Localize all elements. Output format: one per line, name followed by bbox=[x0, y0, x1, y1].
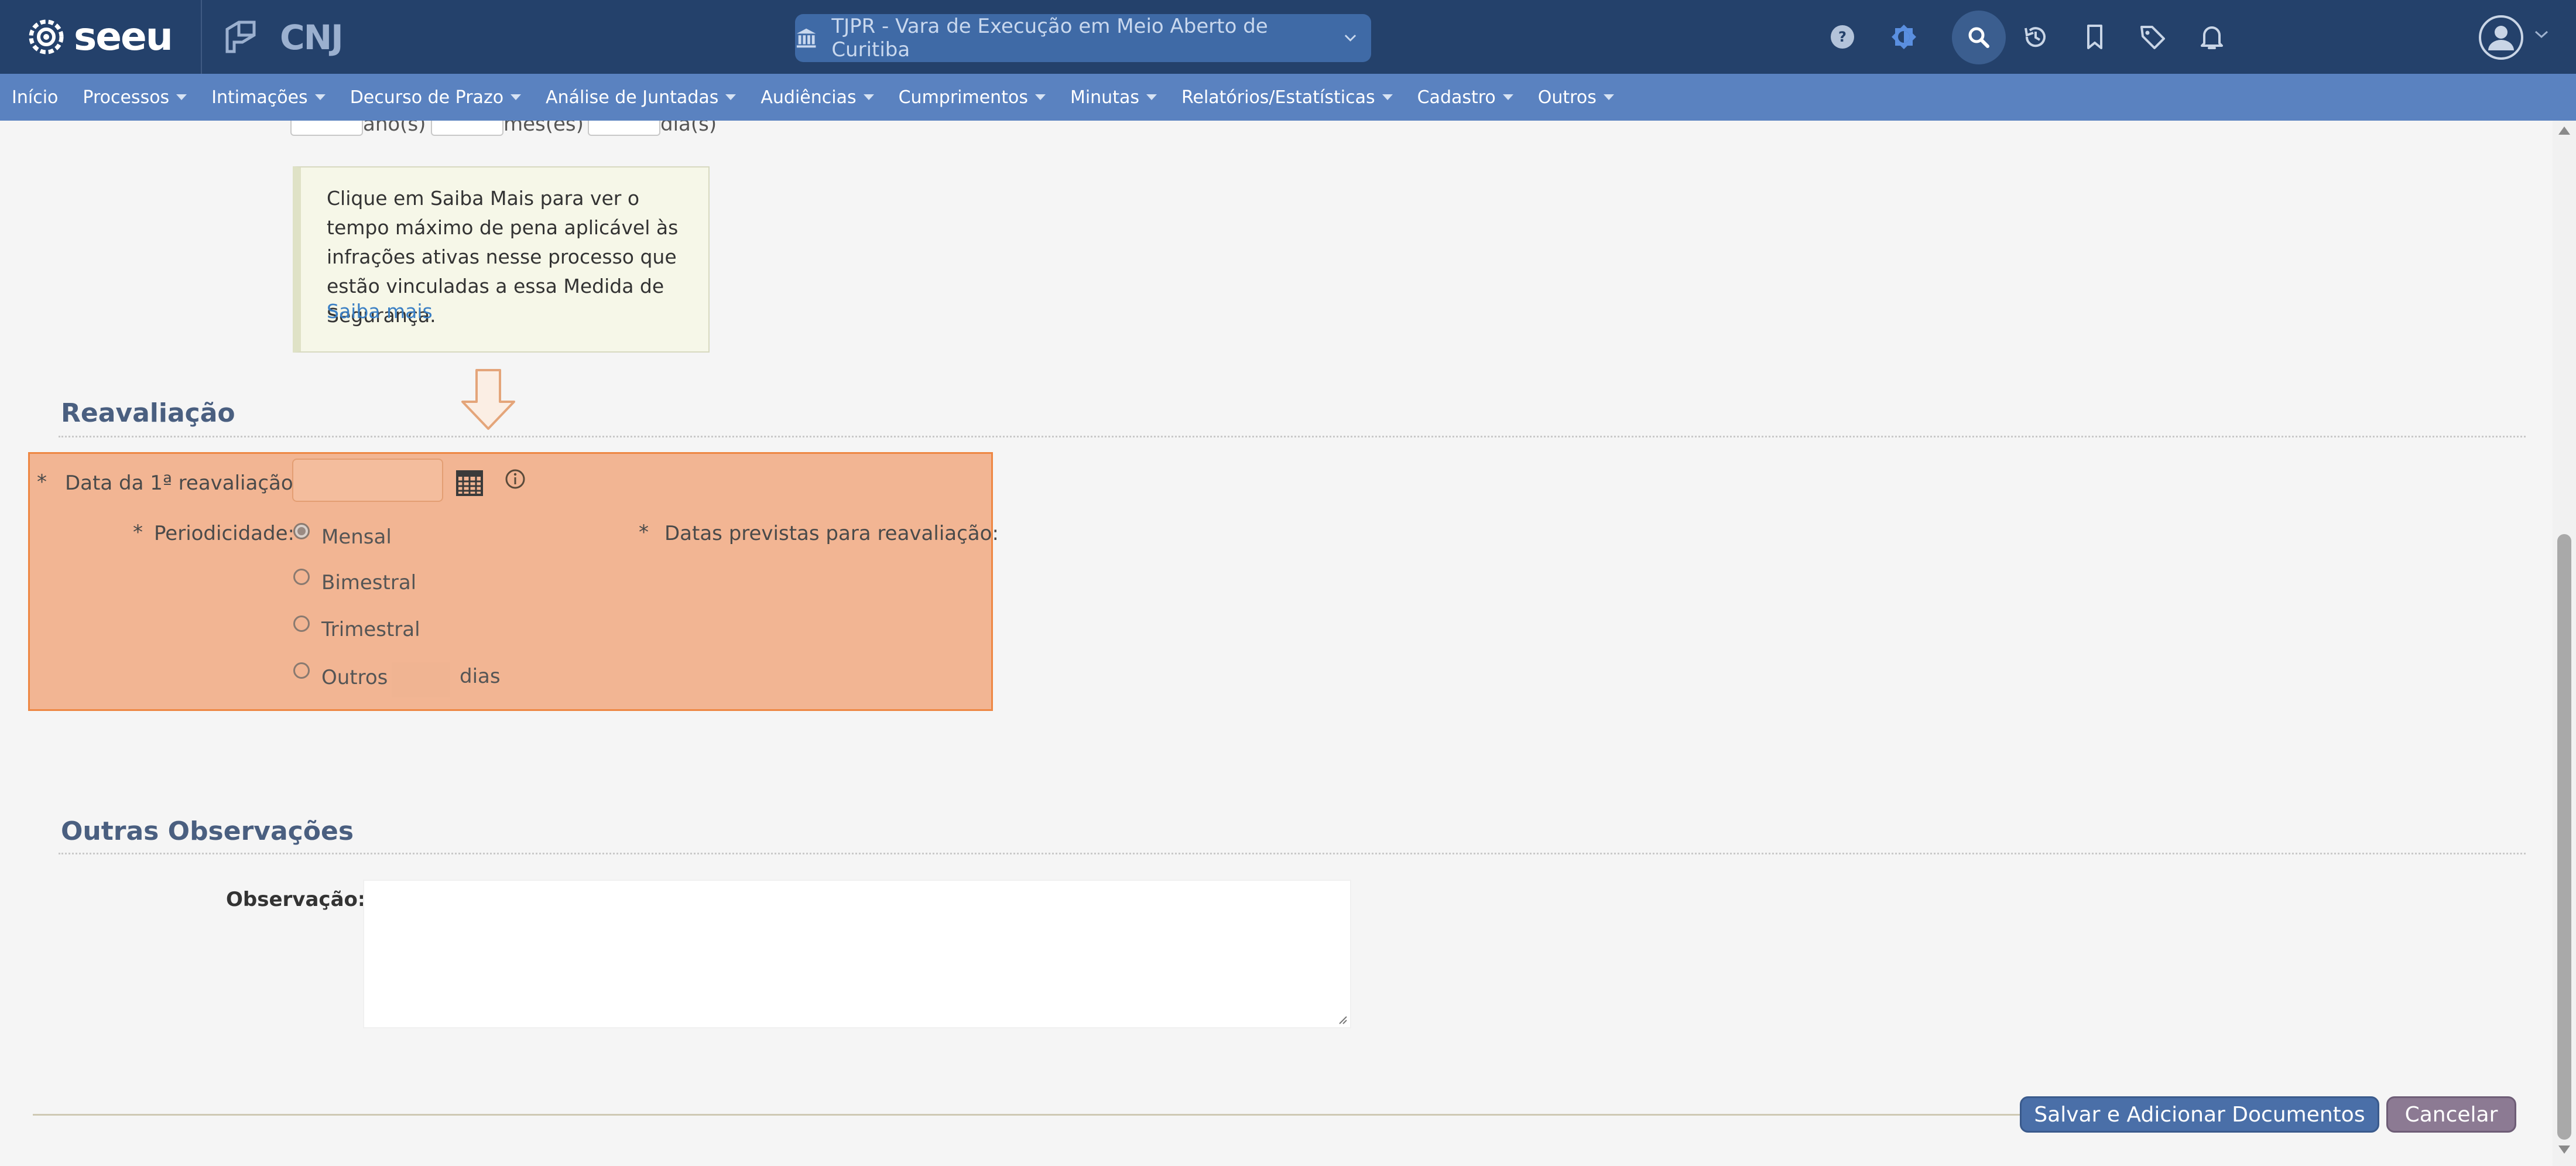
nav-item-cumprimentos[interactable]: Cumprimentos bbox=[887, 87, 1059, 108]
nav-item-label: Análise de Juntadas bbox=[546, 87, 719, 108]
search-icon bbox=[1968, 27, 1989, 48]
nav-item-cadastro[interactable]: Cadastro bbox=[1406, 87, 1526, 108]
theme-icon[interactable] bbox=[1889, 22, 1919, 52]
nav-item-label: Outros bbox=[1537, 87, 1597, 108]
calendar-icon[interactable] bbox=[455, 468, 484, 497]
planned-dates-label: Datas previstas para reavaliação: bbox=[664, 522, 999, 545]
section-divider bbox=[59, 853, 2526, 854]
nav-item-intimacoes[interactable]: Intimações bbox=[200, 87, 338, 108]
seeu-logo[interactable]: seeu bbox=[27, 14, 173, 59]
save-and-add-documents-button[interactable]: Salvar e Adicionar Documentos bbox=[2020, 1096, 2379, 1133]
user-avatar-icon[interactable] bbox=[2478, 14, 2524, 61]
caret-down-icon bbox=[511, 94, 522, 100]
periodicity-mensal-radio[interactable] bbox=[293, 523, 310, 539]
cnj-logo: CNJ bbox=[280, 18, 344, 57]
nav-item-analise-de-juntadas[interactable]: Análise de Juntadas bbox=[534, 87, 749, 108]
page-scrollbar[interactable] bbox=[2553, 121, 2576, 1166]
days-suffix-label: dias bbox=[460, 665, 501, 688]
search-button[interactable] bbox=[1952, 11, 2006, 64]
info-box: Clique em Saiba Mais para ver o tempo má… bbox=[293, 166, 710, 353]
nav-item-relatorios[interactable]: Relatórios/Estatísticas bbox=[1170, 87, 1406, 108]
scroll-thumb[interactable] bbox=[2557, 534, 2571, 1140]
seeu-gear-icon bbox=[29, 19, 64, 54]
top-bar: seeu CNJ TJPR - Vara de Execução em Meio… bbox=[0, 0, 2576, 74]
reavaliacao-title: Reavaliação bbox=[61, 398, 235, 428]
resize-grip-icon[interactable] bbox=[1336, 1013, 1348, 1025]
history-icon[interactable] bbox=[2021, 22, 2050, 52]
observacoes-title: Outras Observações bbox=[61, 816, 354, 846]
nav-item-decurso-de-prazo[interactable]: Decurso de Prazo bbox=[338, 87, 534, 108]
courthouse-icon bbox=[796, 28, 816, 48]
court-selector[interactable]: TJPR - Vara de Execução em Meio Aberto d… bbox=[795, 14, 1371, 62]
bell-icon[interactable] bbox=[2197, 22, 2226, 52]
periodicity-mensal-label[interactable]: Mensal bbox=[321, 525, 392, 549]
logo-divider bbox=[201, 0, 202, 74]
first-reevaluation-date-input[interactable] bbox=[292, 459, 443, 502]
nav-item-label: Cadastro bbox=[1417, 87, 1496, 108]
nav-item-minutas[interactable]: Minutas bbox=[1059, 87, 1170, 108]
date-label: Data da 1ª reavaliação: bbox=[65, 471, 300, 495]
section-divider bbox=[59, 436, 2526, 437]
nav-item-audiencias[interactable]: Audiências bbox=[749, 87, 886, 108]
years-input[interactable] bbox=[290, 121, 363, 136]
periodicity-bimestral-radio[interactable] bbox=[293, 569, 310, 585]
scroll-down-arrow-icon[interactable] bbox=[2558, 1146, 2570, 1154]
periodicity-trimestral-label[interactable]: Trimestral bbox=[321, 618, 420, 641]
periodicity-outros-label[interactable]: Outros bbox=[321, 666, 388, 689]
nav-item-label: Início bbox=[12, 87, 59, 108]
help-icon[interactable]: ? bbox=[1828, 22, 1857, 52]
user-menu-chevron-icon[interactable] bbox=[2534, 29, 2549, 40]
nav-item-processos[interactable]: Processos bbox=[71, 87, 200, 108]
term-row: ano(s) mes(es) dia(s) bbox=[290, 121, 724, 139]
scroll-up-arrow-icon[interactable] bbox=[2558, 126, 2570, 135]
nav-item-label: Processos bbox=[83, 87, 170, 108]
caret-down-icon bbox=[1603, 94, 1614, 100]
observacao-textarea[interactable] bbox=[363, 880, 1351, 1028]
caret-down-icon bbox=[863, 94, 874, 100]
reavaliacao-panel: * Data da 1ª reavaliação: * Periodicidad… bbox=[28, 452, 999, 711]
periodicity-label: Periodicidade: bbox=[154, 522, 294, 545]
outros-days-input[interactable] bbox=[392, 662, 450, 697]
caret-down-icon bbox=[1502, 94, 1513, 100]
periodicity-outros-radio[interactable] bbox=[293, 662, 310, 679]
months-input[interactable] bbox=[431, 121, 503, 136]
footer-divider bbox=[33, 1114, 2041, 1116]
months-label: mes(es) bbox=[503, 121, 584, 136]
bookmark-icon[interactable] bbox=[2080, 22, 2109, 52]
arrow-down-icon bbox=[461, 369, 515, 430]
caret-down-icon bbox=[725, 94, 737, 100]
saiba-mais-link[interactable]: Saiba mais bbox=[327, 300, 433, 323]
cancel-button[interactable]: Cancelar bbox=[2386, 1096, 2516, 1133]
years-label: ano(s) bbox=[363, 121, 426, 136]
nav-item-label: Relatórios/Estatísticas bbox=[1181, 87, 1375, 108]
nav-item-label: Audiências bbox=[761, 87, 857, 108]
periodicity-bimestral-label[interactable]: Bimestral bbox=[321, 571, 416, 594]
caret-down-icon bbox=[314, 94, 326, 100]
periodicity-trimestral-radio[interactable] bbox=[293, 616, 310, 632]
caret-down-icon bbox=[176, 94, 187, 100]
nav-item-label: Minutas bbox=[1070, 87, 1139, 108]
required-mark: * bbox=[639, 521, 649, 544]
info-icon[interactable] bbox=[504, 468, 526, 490]
days-input[interactable] bbox=[588, 121, 660, 136]
pj-logo-icon bbox=[225, 20, 256, 53]
nav-item-label: Cumprimentos bbox=[898, 87, 1028, 108]
tag-icon[interactable] bbox=[2138, 22, 2167, 52]
seeu-logo-text: seeu bbox=[74, 14, 173, 59]
required-mark: * bbox=[133, 521, 143, 544]
observacao-label: Observação: bbox=[226, 888, 366, 911]
nav-item-label: Intimações bbox=[211, 87, 308, 108]
nav-item-label: Decurso de Prazo bbox=[350, 87, 504, 108]
required-mark: * bbox=[37, 470, 47, 494]
nav-item-outros[interactable]: Outros bbox=[1526, 87, 1627, 108]
svg-text:?: ? bbox=[1838, 29, 1847, 45]
main-nav: Início Processos Intimações Decurso de P… bbox=[0, 74, 2576, 121]
nav-item-inicio[interactable]: Início bbox=[0, 87, 71, 108]
caret-down-icon bbox=[1146, 94, 1157, 100]
days-label: dia(s) bbox=[660, 121, 717, 136]
caret-down-icon bbox=[1034, 94, 1046, 100]
court-selector-label: TJPR - Vara de Execução em Meio Aberto d… bbox=[831, 15, 1268, 61]
chevron-down-icon bbox=[1344, 35, 1356, 42]
caret-down-icon bbox=[1382, 94, 1393, 100]
